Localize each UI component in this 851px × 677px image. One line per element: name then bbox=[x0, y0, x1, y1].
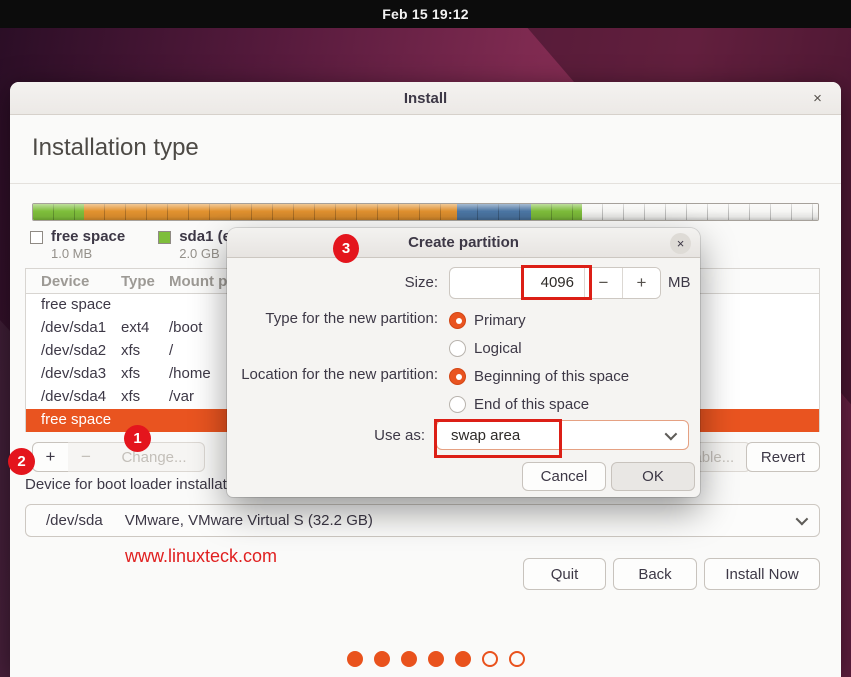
location-radio-group: Location for the new partition: Beginning… bbox=[227, 362, 700, 418]
annotation-highlight-use-as bbox=[434, 419, 562, 458]
chevron-down-icon bbox=[796, 513, 809, 526]
type-for-new-partition-label: Type for the new partition: bbox=[227, 306, 444, 327]
table-cell: ext4 bbox=[121, 319, 149, 336]
partition-segment-sda2 bbox=[84, 204, 457, 220]
progress-dot-filled bbox=[401, 651, 417, 667]
page-title: Installation type bbox=[32, 134, 199, 162]
radio-label[interactable]: Logical bbox=[474, 340, 522, 357]
dialog-actions: Cancel OK bbox=[227, 462, 700, 491]
radio-primary[interactable] bbox=[449, 312, 466, 329]
radio-option-row: Type for the new partition: Primary bbox=[227, 306, 700, 334]
window-title: Install bbox=[404, 90, 447, 107]
legend-item: free space1.0 MB bbox=[30, 228, 125, 262]
bootloader-label: Device for boot loader installation: bbox=[25, 476, 251, 493]
dialog-title: Create partition bbox=[408, 234, 519, 251]
radio-logical[interactable] bbox=[449, 340, 466, 357]
size-increment-button[interactable]: + bbox=[622, 268, 660, 298]
table-cell: xfs bbox=[121, 388, 140, 405]
type-for-new-partition-label bbox=[227, 334, 444, 338]
legend-swatch bbox=[158, 231, 171, 244]
table-cell: /dev/sda4 bbox=[41, 388, 106, 405]
screen: Feb 15 19:12 Install × Installation type… bbox=[0, 0, 851, 677]
bootloader-device: /dev/sda bbox=[46, 512, 103, 529]
table-cell: /dev/sda2 bbox=[41, 342, 106, 359]
progress-dot-filled bbox=[347, 651, 363, 667]
column-header-type[interactable]: Type bbox=[121, 273, 155, 290]
table-cell: / bbox=[169, 342, 173, 359]
revert-button[interactable]: Revert bbox=[746, 442, 820, 472]
clock[interactable]: Feb 15 19:12 bbox=[382, 6, 468, 22]
radio-label[interactable]: Beginning of this space bbox=[474, 368, 629, 385]
partition-legend: free space1.0 MBsda1 (ext4)2.0 GB bbox=[30, 228, 258, 262]
size-row: Size: 4096 − + MB bbox=[227, 266, 700, 299]
annotation-step-3: 3 bbox=[333, 234, 359, 263]
radio-end-of-this-space[interactable] bbox=[449, 396, 466, 413]
table-cell: /var bbox=[169, 388, 194, 405]
progress-dot-empty bbox=[509, 651, 525, 667]
legend-label: free space bbox=[51, 228, 125, 246]
chevron-down-icon bbox=[665, 427, 678, 440]
progress-dot-filled bbox=[455, 651, 471, 667]
table-cell: /dev/sda3 bbox=[41, 365, 106, 382]
table-cell: xfs bbox=[121, 342, 140, 359]
partition-segment-sda3 bbox=[457, 204, 532, 220]
size-unit-label: MB bbox=[668, 274, 691, 291]
radio-label[interactable]: End of this space bbox=[474, 396, 589, 413]
radio-option-row: End of this space bbox=[227, 390, 700, 418]
window-close-icon[interactable]: × bbox=[808, 89, 827, 108]
back-button[interactable]: Back bbox=[613, 558, 697, 590]
bootloader-detail: VMware, VMware Virtual S (32.2 GB) bbox=[125, 512, 373, 529]
table-cell: /boot bbox=[169, 319, 202, 336]
column-header-device[interactable]: Device bbox=[41, 273, 89, 290]
quit-button[interactable]: Quit bbox=[523, 558, 606, 590]
table-cell: xfs bbox=[121, 365, 140, 382]
add-partition-button[interactable]: + bbox=[32, 442, 69, 472]
radio-option-row: Logical bbox=[227, 334, 700, 362]
divider bbox=[10, 183, 841, 184]
ok-button[interactable]: OK bbox=[611, 462, 695, 491]
change-partition-button[interactable]: Change... bbox=[104, 442, 205, 472]
progress-dots bbox=[20, 651, 851, 667]
install-now-button[interactable]: Install Now bbox=[704, 558, 820, 590]
type-radio-group: Type for the new partition: Primary Logica… bbox=[227, 306, 700, 362]
legend-swatch bbox=[30, 231, 43, 244]
partition-bar bbox=[32, 203, 819, 221]
remove-partition-button[interactable]: − bbox=[68, 442, 105, 472]
size-label: Size: bbox=[227, 274, 444, 291]
annotation-highlight-size bbox=[521, 265, 592, 300]
progress-dot-empty bbox=[482, 651, 498, 667]
dialog-close-icon[interactable]: × bbox=[670, 233, 691, 254]
partition-segment-free-space bbox=[582, 204, 818, 220]
use-as-label: Use as: bbox=[227, 427, 431, 444]
table-cell: free space bbox=[41, 296, 111, 313]
cancel-button[interactable]: Cancel bbox=[522, 462, 606, 491]
location-for-new-partition-label bbox=[227, 390, 444, 394]
watermark-text: www.linuxteck.com bbox=[125, 546, 277, 567]
location-for-new-partition-label: Location for the new partition: bbox=[227, 362, 444, 383]
annotation-step-1: 1 bbox=[124, 425, 151, 452]
bootloader-device-select[interactable]: /dev/sda VMware, VMware Virtual S (32.2 … bbox=[25, 504, 820, 537]
annotation-step-2: 2 bbox=[8, 448, 35, 475]
partition-segment-sda1 bbox=[33, 204, 84, 220]
legend-size: 1.0 MB bbox=[51, 246, 125, 262]
table-cell: /home bbox=[169, 365, 211, 382]
progress-dot-filled bbox=[428, 651, 444, 667]
progress-dot-filled bbox=[374, 651, 390, 667]
radio-beginning-of-this-space[interactable] bbox=[449, 368, 466, 385]
dialog-titlebar[interactable]: Create partition × bbox=[227, 228, 700, 258]
partition-segment-sda4 bbox=[531, 204, 581, 220]
table-cell: free space bbox=[41, 411, 111, 428]
table-cell: /dev/sda1 bbox=[41, 319, 106, 336]
window-titlebar[interactable]: Install × bbox=[10, 82, 841, 115]
system-top-bar: Feb 15 19:12 bbox=[0, 0, 851, 28]
radio-label[interactable]: Primary bbox=[474, 312, 526, 329]
radio-option-row: Location for the new partition: Beginning… bbox=[227, 362, 700, 390]
